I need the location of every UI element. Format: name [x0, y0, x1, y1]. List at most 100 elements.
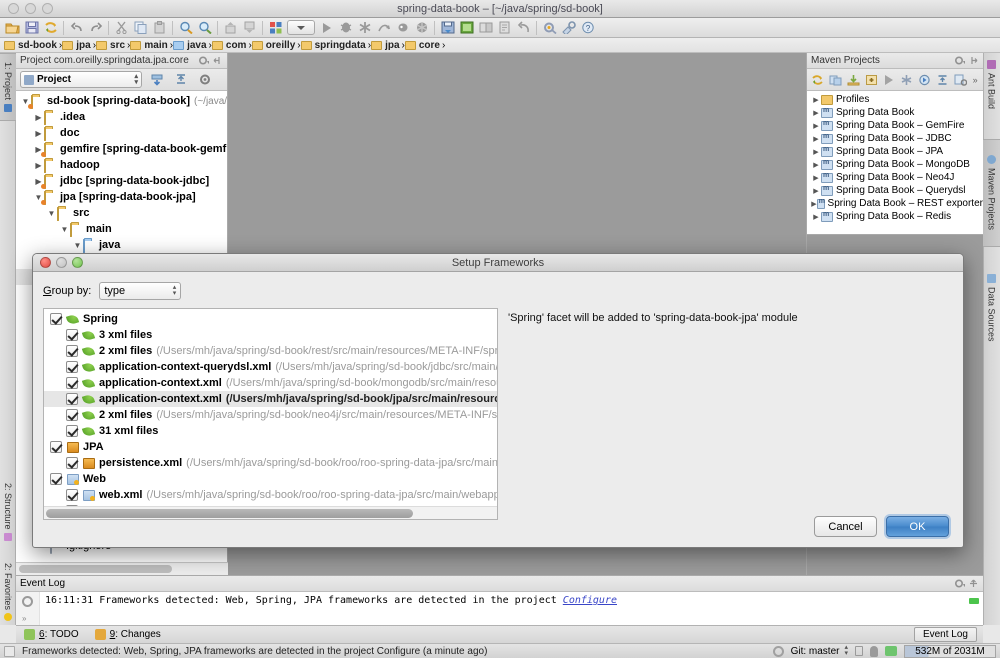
tab-changes[interactable]: 9: Changes	[94, 629, 161, 640]
revert-icon[interactable]	[514, 19, 533, 37]
expand-all-icon[interactable]	[147, 71, 166, 89]
breadcrumb-item-core[interactable]: core	[404, 38, 442, 53]
chevron-right-icon[interactable]: ▶	[811, 200, 817, 208]
debug-icon[interactable]	[336, 19, 355, 37]
framework-row[interactable]: application-context.xml (/Users/mh/java/s…	[44, 391, 497, 407]
run-coverage-icon[interactable]	[355, 19, 374, 37]
breadcrumb-item-jpa[interactable]: jpa	[371, 38, 401, 53]
event-settings-icon[interactable]	[22, 596, 33, 607]
sync-refresh-icon[interactable]	[41, 19, 60, 37]
tree-node[interactable]: ▶ gemfire [spring-data-book-gemfire]	[16, 141, 227, 157]
run-configurations-dropdown[interactable]	[285, 19, 317, 37]
cut-icon[interactable]	[112, 19, 131, 37]
status-toggle-icon[interactable]	[4, 645, 15, 657]
framework-row[interactable]: persistence.xml (/Users/mh/java/spring/sd…	[44, 455, 497, 471]
run-icon[interactable]	[317, 19, 336, 37]
sidebar-item-structure[interactable]: 2: Structure	[0, 473, 16, 551]
checkbox[interactable]	[50, 441, 62, 453]
checkbox[interactable]	[50, 313, 62, 325]
maven-tree-node[interactable]: ▶ Spring Data Book – JPA	[807, 145, 983, 158]
compare-icon[interactable]	[476, 19, 495, 37]
attach-debugger-icon[interactable]	[393, 19, 412, 37]
maven-tree-node[interactable]: ▶ Spring Data Book – Querydsl	[807, 184, 983, 197]
reimport-icon[interactable]	[810, 72, 826, 88]
open-folder-icon[interactable]	[3, 19, 22, 37]
tree-node[interactable]: ▼ main	[16, 221, 227, 237]
checkbox[interactable]	[66, 457, 78, 469]
breadcrumb-item-jpa[interactable]: jpa	[62, 38, 92, 53]
update-project-icon[interactable]	[438, 19, 457, 37]
configure-link[interactable]: Configure	[563, 595, 617, 606]
breadcrumb-item-sd-book[interactable]: sd-book	[4, 38, 59, 53]
breadcrumb-item-main[interactable]: main	[130, 38, 169, 53]
find-icon[interactable]	[176, 19, 195, 37]
tree-node[interactable]: ▶ hadoop	[16, 157, 227, 173]
replace-icon[interactable]	[195, 19, 214, 37]
breadcrumb-item-java[interactable]: java	[173, 38, 208, 53]
breadcrumb-item-oreilly[interactable]: oreilly	[251, 38, 297, 53]
maven-tree-node[interactable]: ▶ Spring Data Book – Redis	[807, 210, 983, 223]
save-all-icon[interactable]	[22, 19, 41, 37]
tree-node[interactable]: ▶ .idea	[16, 109, 227, 125]
chevron-down-icon[interactable]: ▼	[72, 241, 83, 250]
project-view-selector[interactable]: Project ▴ ▾	[20, 71, 142, 88]
collapse-panel-icon[interactable]	[212, 55, 223, 66]
maven-settings-icon[interactable]	[952, 72, 968, 88]
framework-row[interactable]: 2 xml files (/Users/mh/java/spring/sd-boo…	[44, 343, 497, 359]
checkbox[interactable]	[66, 329, 78, 341]
tree-node[interactable]: ▶ jdbc [spring-data-book-jdbc]	[16, 173, 227, 189]
collapse-panel-icon[interactable]	[968, 55, 979, 66]
maven-tree-node[interactable]: ▶ Spring Data Book – REST exporter	[807, 197, 983, 210]
chevron-right-icon[interactable]: ▶	[811, 109, 821, 117]
memory-indicator[interactable]: 532M of 2031M	[904, 644, 996, 658]
back-icon[interactable]	[221, 19, 240, 37]
framework-row[interactable]: Web	[44, 471, 497, 487]
frameworks-list-hscrollbar[interactable]	[44, 506, 497, 519]
group-by-select[interactable]: type ▴ ▾	[99, 282, 182, 300]
gear-icon[interactable]: ▾	[954, 55, 966, 66]
tree-node[interactable]: ▼ java	[16, 237, 227, 253]
collapse-all-icon[interactable]	[935, 72, 951, 88]
framework-row[interactable]: application-context-querydsl.xml (/Users/…	[44, 359, 497, 375]
collapse-all-icon[interactable]	[171, 71, 190, 89]
chevron-right-icon[interactable]: ▶	[33, 113, 44, 122]
stop-icon[interactable]	[412, 19, 431, 37]
checkbox[interactable]	[66, 345, 78, 357]
vcs-history-icon[interactable]	[495, 19, 514, 37]
breadcrumb-item-src[interactable]: src	[96, 38, 127, 53]
maven-tree-node[interactable]: ▶ Spring Data Book – GemFire	[807, 119, 983, 132]
execute-goal-icon[interactable]	[917, 72, 933, 88]
gear-icon[interactable]	[772, 645, 784, 657]
chevron-right-icon[interactable]: ▶	[811, 161, 821, 169]
settings-icon[interactable]	[540, 19, 559, 37]
more-icon[interactable]: »	[22, 614, 26, 623]
commit-changes-icon[interactable]	[457, 19, 476, 37]
chevron-right-icon[interactable]: ▶	[811, 135, 821, 143]
breadcrumb-item-com[interactable]: com	[211, 38, 249, 53]
add-maven-project-icon[interactable]	[863, 72, 879, 88]
run-icon[interactable]	[881, 72, 897, 88]
cancel-button[interactable]: Cancel	[814, 516, 877, 537]
checkbox[interactable]	[66, 409, 78, 421]
person-icon[interactable]	[870, 645, 878, 657]
project-structure-icon[interactable]	[266, 19, 285, 37]
maven-tree-node[interactable]: ▶ Spring Data Book – JDBC	[807, 132, 983, 145]
download-sources-icon[interactable]	[846, 72, 862, 88]
breadcrumb-item-springdata[interactable]: springdata	[300, 38, 368, 53]
tab-todo[interactable]: 6: TODO	[24, 629, 79, 640]
maven-tree-node[interactable]: ▶ Profiles	[807, 93, 983, 106]
framework-row[interactable]: web.xml (/Users/mh/java/spring/sd-book/ro…	[44, 487, 497, 503]
tab-event-log[interactable]: Event Log	[913, 627, 977, 642]
chevron-down-icon[interactable]: ▼	[46, 209, 57, 218]
collapse-panel-icon[interactable]	[968, 578, 979, 589]
checkbox[interactable]	[66, 361, 78, 373]
sidebar-item-favorites[interactable]: 2: Favorites	[0, 553, 16, 631]
tree-node[interactable]: ▼sd-book [spring-data-book](~/java/sprin	[16, 93, 227, 109]
maven-tree-node[interactable]: ▶ Spring Data Book – MongoDB	[807, 158, 983, 171]
undo-icon[interactable]	[67, 19, 86, 37]
framework-row[interactable]: JPA	[44, 439, 497, 455]
lock-icon[interactable]	[855, 646, 863, 656]
vcs-widget[interactable]: Git: master ▴ ▾	[791, 644, 848, 657]
chevron-right-icon[interactable]: ▶	[811, 213, 821, 221]
framework-row[interactable]: 2 xml files (/Users/mh/java/spring/sd-boo…	[44, 407, 497, 423]
